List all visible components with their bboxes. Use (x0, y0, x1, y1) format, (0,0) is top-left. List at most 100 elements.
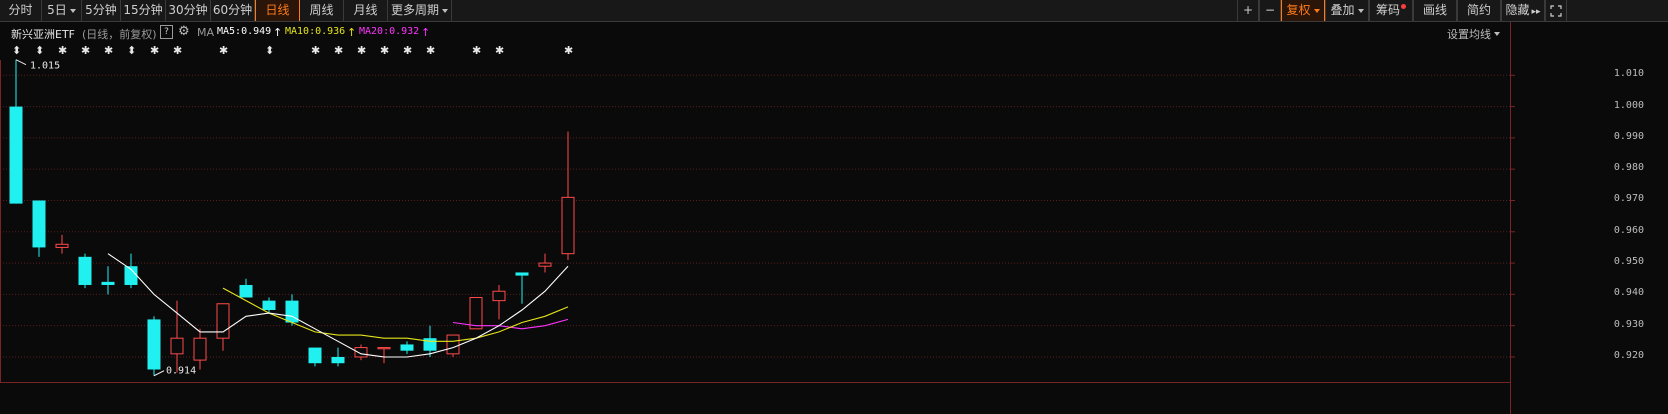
event-marker-icon[interactable]: ✱ (472, 44, 481, 57)
candle-body-down (262, 300, 276, 311)
candle-body-down (308, 347, 322, 364)
overlay-button[interactable]: 叠加 (1325, 0, 1369, 21)
candle-body-up (446, 334, 460, 355)
zoom-out-button-label: − (1264, 3, 1276, 17)
event-marker-icon[interactable]: ⬍ (35, 44, 44, 57)
indicator-legend: 新兴亚洲ETF (日线，前复权) ? ⚙ MA MA5:0.949 ↑ MA10… (0, 24, 1668, 42)
period-tab-label: 30分钟 (168, 3, 208, 17)
price-tick-label: 0.940 (1613, 287, 1644, 299)
period-tab-2[interactable]: 5分钟 (82, 0, 121, 21)
event-marker-icon[interactable]: ✱ (58, 44, 67, 57)
low-price-label: 0.914 (166, 366, 196, 377)
price-tick-label: 1.010 (1613, 68, 1644, 80)
ma20-up-arrow-icon: ↑ (421, 26, 431, 39)
event-marker-icon[interactable]: ✱ (219, 44, 228, 57)
price-tick-label: 0.930 (1613, 318, 1644, 330)
period-tab-6[interactable]: 日线 (255, 0, 300, 21)
period-tab-8[interactable]: 月线 (344, 0, 388, 21)
event-marker-icon[interactable]: ✱ (380, 44, 389, 57)
candle-body-down (32, 200, 46, 248)
adjust-button-label: 复权 (1286, 3, 1311, 17)
high-price-label: 1.015 (30, 61, 60, 72)
ma5-up-arrow-icon: ↑ (273, 26, 283, 39)
period-tab-0[interactable]: 分时 (0, 0, 42, 21)
ma20-line (452, 318, 569, 330)
candle-body-down (147, 319, 161, 370)
price-tick-label: 0.990 (1613, 130, 1644, 142)
period-tab-9[interactable]: 更多周期 (388, 0, 452, 21)
price-tick-label: 0.970 (1613, 193, 1644, 205)
overlay-button-label: 叠加 (1330, 3, 1355, 17)
candle-body-down (423, 338, 437, 351)
ma-settings-button[interactable]: 设置均线 (1447, 26, 1500, 42)
event-marker-icon[interactable]: ✱ (564, 44, 573, 57)
zoom-in-button[interactable]: + (1237, 0, 1259, 21)
candle-body-up (216, 303, 230, 339)
event-marker-icon[interactable]: ✱ (495, 44, 504, 57)
chevron-down-icon (1357, 8, 1364, 13)
ma20-value: MA20:0.932 (359, 26, 420, 37)
price-tick-label: 0.920 (1613, 349, 1644, 361)
event-marker-icon[interactable]: ✱ (104, 44, 113, 57)
period-tab-label: 15分钟 (123, 3, 163, 17)
period-tab-label: 5分钟 (85, 3, 117, 17)
period-toolbar: 分时 5日 5分钟 15分钟 30分钟 60分钟 日线 周线 月线 更多周期 + − 复权 叠加 筹码 画线 简… (0, 0, 1668, 22)
chips-button[interactable]: 筹码 (1369, 0, 1413, 21)
candle-body-up (55, 243, 69, 248)
high-marker-arrow (15, 59, 27, 66)
collapse-arrows-icon: ▸▸ (1531, 7, 1541, 17)
period-tab-label: 分时 (8, 3, 33, 17)
price-tick-label: 1.000 (1613, 99, 1644, 111)
event-marker-icon[interactable]: ✱ (173, 44, 182, 57)
event-marker-icon[interactable]: ✱ (334, 44, 343, 57)
price-tick-label: 0.960 (1613, 224, 1644, 236)
period-tab-4[interactable]: 30分钟 (166, 0, 211, 21)
ma5-value: MA5:0.949 (217, 26, 272, 37)
candle-body-down (101, 281, 115, 285)
hide-button[interactable]: 隐藏 ▸▸ (1501, 0, 1545, 21)
adjust-button[interactable]: 复权 (1281, 0, 1325, 21)
period-tab-label: 更多周期 (390, 3, 439, 17)
ma10-up-arrow-icon: ↑ (347, 26, 357, 39)
event-marker-icon[interactable]: ✱ (426, 44, 435, 57)
draw-line-button-label: 画线 (1422, 3, 1447, 17)
simple-button[interactable]: 简约 (1457, 0, 1501, 21)
chips-button-label: 筹码 (1375, 3, 1400, 17)
ma10-value: MA10:0.936 (285, 26, 346, 37)
event-marker-icon[interactable]: ⬍ (265, 44, 274, 57)
period-tab-7[interactable]: 周线 (300, 0, 344, 21)
candle-body-down (400, 344, 414, 351)
ma5-line (107, 253, 569, 358)
help-icon[interactable]: ? (160, 25, 173, 39)
period-tab-label: 60分钟 (212, 3, 253, 17)
event-markers: ⬍ ⬍ ✱ ✱ ✱ ⬍ ✱ ✱ ✱ ⬍ ✱ ✱ ✱ ✱ ✱ ✱ ✱ ✱ ✱ (0, 44, 1600, 58)
period-tab-5[interactable]: 60分钟 (211, 0, 255, 21)
price-tick-label: 0.980 (1613, 162, 1644, 174)
ma10-line (222, 287, 569, 342)
event-marker-icon[interactable]: ⬍ (12, 44, 21, 57)
candle-body-up (170, 337, 184, 355)
candle-body-down (239, 284, 253, 298)
ma-settings-label: 设置均线 (1447, 28, 1491, 41)
candle-body-up (538, 262, 552, 267)
candle-body-up (561, 196, 575, 255)
zoom-in-button-label: + (1242, 3, 1254, 17)
event-marker-icon[interactable]: ⬍ (127, 44, 136, 57)
event-marker-icon[interactable]: ✱ (81, 44, 90, 57)
period-tab-1[interactable]: 5日 (42, 0, 82, 21)
event-marker-icon[interactable]: ✱ (403, 44, 412, 57)
draw-line-button[interactable]: 画线 (1413, 0, 1457, 21)
chevron-down-icon (69, 8, 76, 13)
candle-body-up (193, 337, 207, 361)
period-tab-3[interactable]: 15分钟 (121, 0, 166, 21)
candle-body-down (78, 256, 92, 285)
zoom-out-button[interactable]: − (1259, 0, 1281, 21)
event-marker-icon[interactable]: ✱ (311, 44, 320, 57)
fullscreen-icon[interactable] (1545, 0, 1567, 21)
event-marker-icon[interactable]: ✱ (357, 44, 366, 57)
candlestick-chart[interactable]: 1.015 0.914 (0, 0, 1668, 414)
chart-mode: (日线，前复权) (82, 28, 157, 41)
event-marker-icon[interactable]: ✱ (150, 44, 159, 57)
security-name: 新兴亚洲ETF (11, 28, 75, 41)
gear-icon[interactable]: ⚙ (178, 24, 190, 39)
